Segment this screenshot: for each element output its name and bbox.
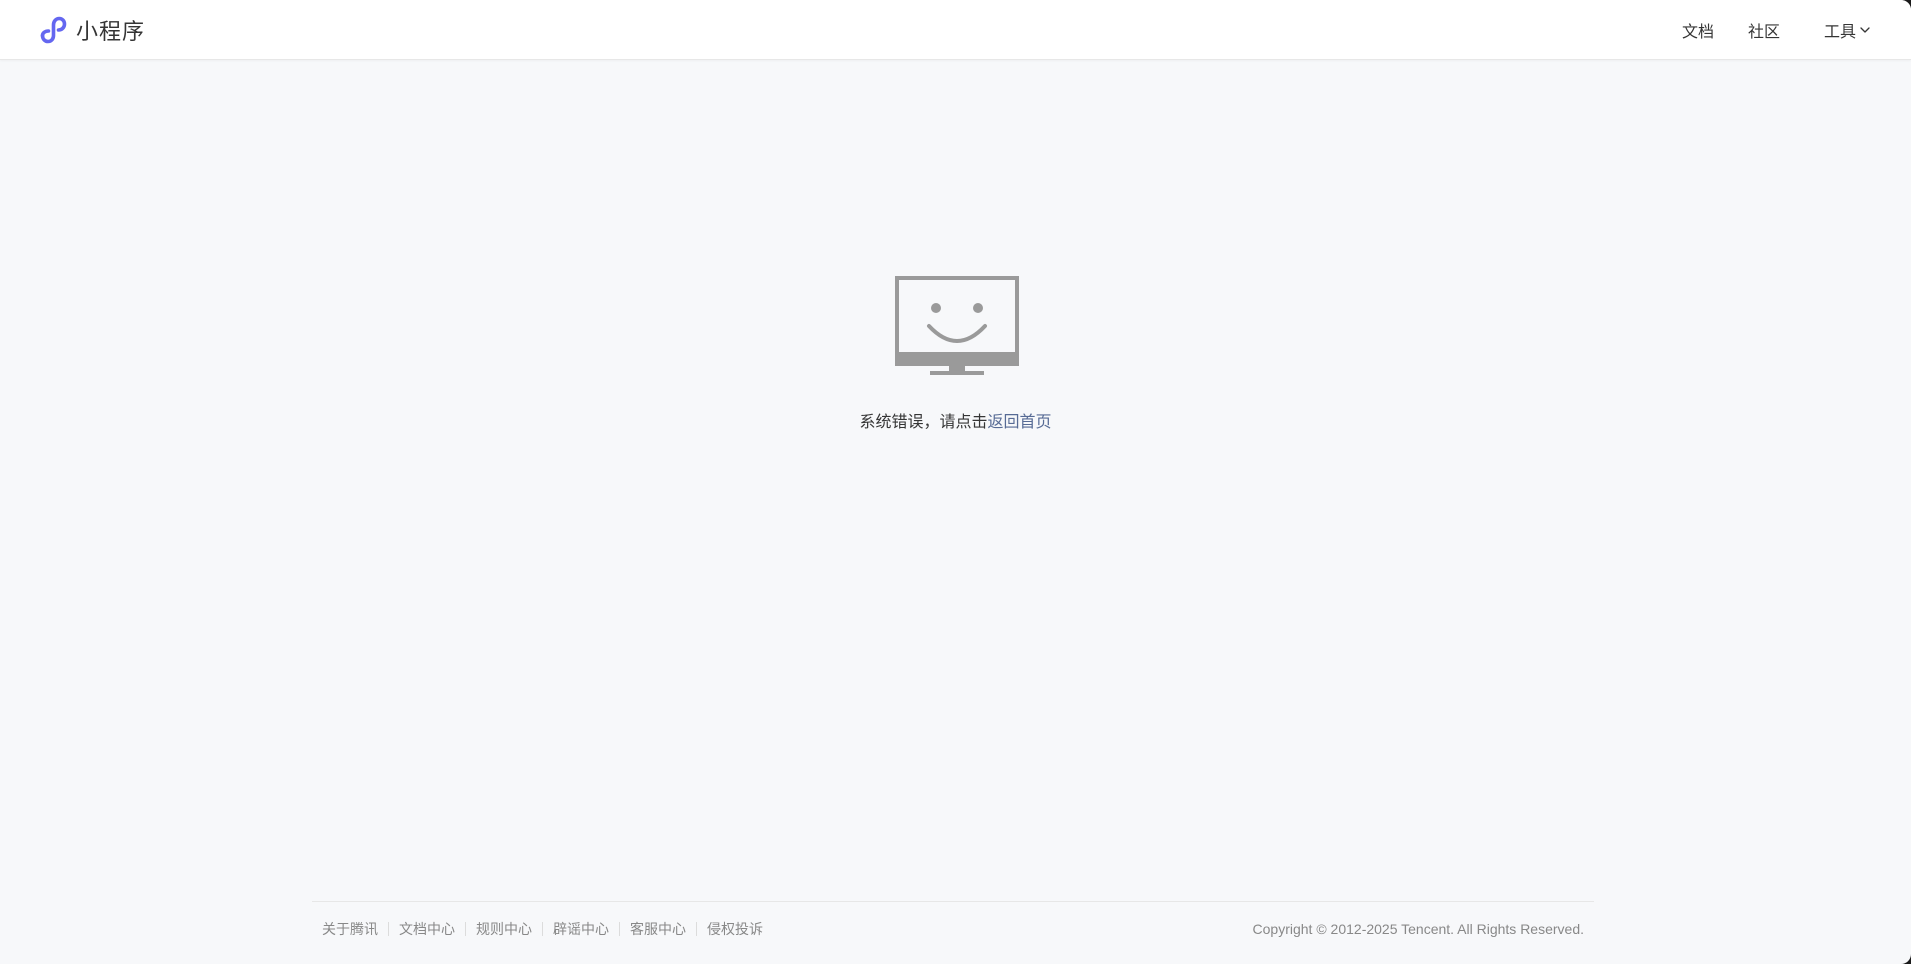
nav-docs[interactable]: 文档 xyxy=(1682,18,1714,42)
footer-link-docs-center[interactable]: 文档中心 xyxy=(388,922,465,936)
footer-link-rumor-center[interactable]: 辟谣中心 xyxy=(542,922,619,936)
footer-link-rules-center[interactable]: 规则中心 xyxy=(465,922,542,936)
footer-link-about-tencent[interactable]: 关于腾讯 xyxy=(322,922,388,936)
error-panel: 系统错误，请点击 返回首页 xyxy=(0,276,1911,432)
top-nav: 文档 社区 工具 xyxy=(1648,0,1871,60)
return-home-link[interactable]: 返回首页 xyxy=(988,408,1052,432)
smiling-monitor-icon xyxy=(894,276,1019,375)
footer-link-support-center[interactable]: 客服中心 xyxy=(619,922,696,936)
copyright-text: Copyright © 2012-2025 Tencent. All Right… xyxy=(1252,921,1584,937)
brand-title: 小程序 xyxy=(76,19,146,44)
chevron-down-icon xyxy=(1860,27,1870,33)
error-message: 系统错误，请点击 返回首页 xyxy=(859,408,1051,432)
browser-page: 小程序 文档 社区 工具 系统错误，请点击 返回首页 关于腾讯 文档中心 规则中… xyxy=(0,0,1911,964)
page-footer: 关于腾讯 文档中心 规则中心 辟谣中心 客服中心 侵权投诉 Copyright … xyxy=(312,901,1594,953)
nav-community[interactable]: 社区 xyxy=(1748,18,1780,42)
miniprogram-logo-icon xyxy=(40,16,67,44)
footer-links: 关于腾讯 文档中心 规则中心 辟谣中心 客服中心 侵权投诉 xyxy=(322,922,773,936)
top-header: 小程序 文档 社区 工具 xyxy=(0,0,1911,60)
footer-link-infringement-report[interactable]: 侵权投诉 xyxy=(696,922,773,936)
error-text: 系统错误，请点击 xyxy=(859,414,988,431)
brand-home-link[interactable]: 小程序 xyxy=(36,13,145,47)
nav-tools-dropdown[interactable]: 工具 xyxy=(1824,18,1871,42)
nav-tools-label: 工具 xyxy=(1823,24,1856,41)
